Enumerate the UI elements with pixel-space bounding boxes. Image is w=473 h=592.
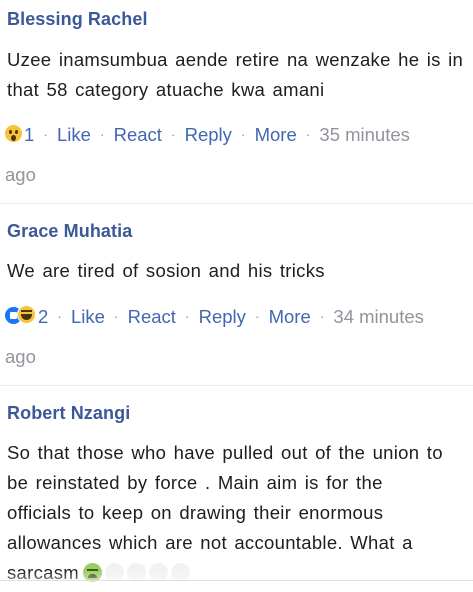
divider: [0, 385, 473, 386]
comment-text-line: allowances which are not accountable. Wh…: [7, 532, 413, 553]
comment-actions: 1 · Like · React · Reply · More · 35 minutes: [5, 114, 467, 155]
reaction-count[interactable]: 2: [38, 306, 48, 327]
comment-author[interactable]: Robert Nzangi: [7, 403, 130, 424]
comment-text: We are tired of sosion and his tricks: [7, 260, 325, 281]
more-link[interactable]: More: [269, 306, 311, 327]
reply-link[interactable]: Reply: [185, 124, 232, 145]
divider: [0, 203, 473, 204]
comment-text: Uzee inamsumbua aende retire na wenzake …: [7, 49, 464, 100]
scroll-fade: [0, 570, 473, 592]
comment-actions: 2 · Like · React · Reply · More · 34 minutes: [5, 296, 467, 337]
react-link[interactable]: React: [128, 306, 176, 327]
timestamp-suffix: ago: [5, 346, 36, 367]
comment-text-line: be reinstated by force . Main aim is for…: [7, 472, 383, 493]
comment-text: So that those who have pulled out of the…: [7, 438, 467, 588]
comment-author[interactable]: Grace Muhatia: [7, 221, 132, 242]
comment-author[interactable]: Blessing Rachel: [7, 9, 148, 30]
like-link[interactable]: Like: [57, 124, 91, 145]
timestamp-continuation: ago: [5, 154, 467, 195]
timestamp: 35 minutes: [319, 124, 410, 145]
timestamp: 34 minutes: [333, 306, 424, 327]
timestamp-suffix: ago: [5, 164, 36, 185]
like-link[interactable]: Like: [71, 306, 105, 327]
wow-icon[interactable]: [5, 125, 22, 142]
comment-text-line: officials to keep on drawing their enorm…: [7, 502, 384, 523]
reaction-count[interactable]: 1: [24, 124, 34, 145]
bottom-divider: [0, 580, 473, 581]
react-link[interactable]: React: [114, 124, 162, 145]
comment-text-line: So that those who have pulled out of the…: [7, 442, 443, 463]
timestamp-continuation: ago: [5, 336, 467, 377]
reply-link[interactable]: Reply: [199, 306, 246, 327]
haha-icon[interactable]: [17, 305, 36, 324]
more-link[interactable]: More: [255, 124, 297, 145]
